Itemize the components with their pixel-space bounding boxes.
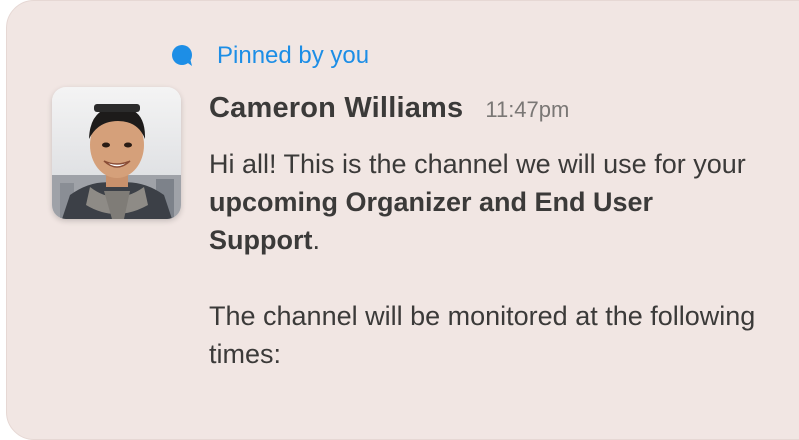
message-paragraph: Hi all! This is the channel we will use … (209, 145, 769, 259)
author-name[interactable]: Cameron Williams (209, 92, 463, 125)
message-timestamp[interactable]: 11:47pm (485, 97, 569, 123)
paragraph-suffix: . (312, 225, 320, 255)
message: Cameron Williams 11:47pm Hi all! This is… (209, 92, 769, 373)
avatar[interactable] (52, 87, 181, 219)
message-paragraph-2: The channel will be monitored at the fol… (209, 301, 756, 369)
pinned-indicator: Pinned by you (171, 41, 369, 71)
bold-text: upcoming Organizer and End User Support (209, 187, 654, 255)
message-body: Hi all! This is the channel we will use … (209, 145, 769, 373)
pinned-label: Pinned by you (217, 42, 370, 69)
message-header: Cameron Williams 11:47pm (209, 92, 769, 132)
paragraph-text: Hi all! This is the channel we will use … (209, 149, 746, 179)
pin-icon (171, 44, 195, 68)
